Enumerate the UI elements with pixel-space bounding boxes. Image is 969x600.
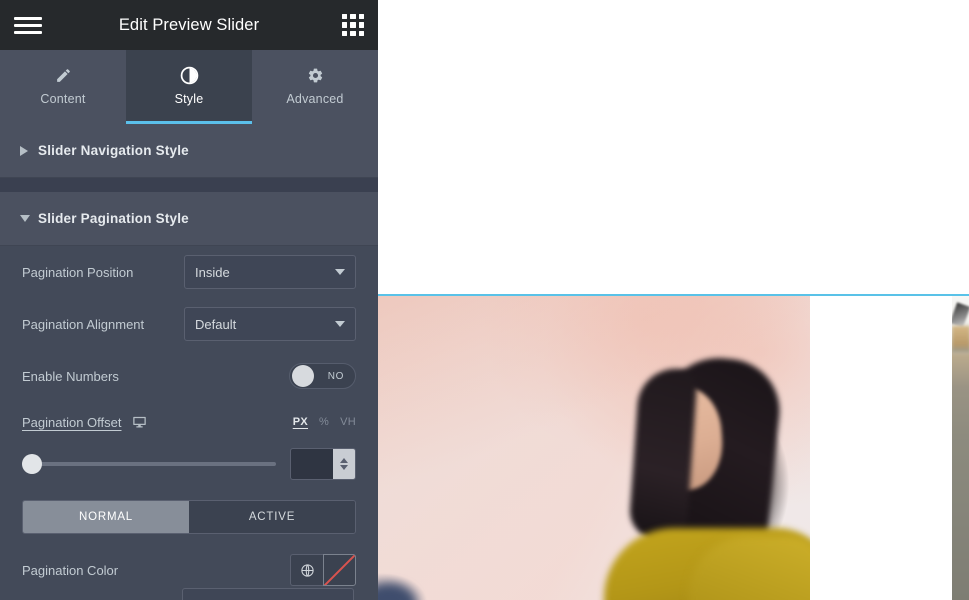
pagination-position-control: Inside [184, 255, 356, 289]
slide-image [952, 296, 969, 600]
row-pagination-alignment: Pagination Alignment Default [22, 298, 356, 350]
enable-numbers-control: NO [184, 363, 356, 389]
slide-food-bowl[interactable] [952, 296, 969, 600]
enable-numbers-toggle[interactable]: NO [289, 363, 356, 389]
no-color-slash-icon [324, 555, 355, 585]
pagination-color-label: Pagination Color [22, 562, 119, 578]
tab-advanced-label: Advanced [286, 92, 344, 106]
pagination-alignment-label: Pagination Alignment [22, 316, 145, 332]
foreground-blur-left [378, 584, 416, 600]
state-tabs: NORMAL ACTIVE [22, 500, 356, 534]
section-title: Slider Navigation Style [38, 143, 189, 158]
pagination-color-control [184, 554, 356, 586]
unit-percent[interactable]: % [319, 416, 329, 428]
section-body-pagination: Pagination Position Inside Pagination Al… [0, 246, 378, 596]
tab-advanced[interactable]: Advanced [252, 50, 378, 124]
color-picker [290, 554, 356, 586]
state-tab-active[interactable]: ACTIVE [189, 501, 355, 533]
chevron-up-icon[interactable] [340, 458, 348, 463]
panel-tabs: Content Style Advanced [0, 50, 378, 124]
slider-handle[interactable] [22, 454, 42, 474]
toggle-knob [292, 365, 314, 387]
chevron-down-icon[interactable] [340, 465, 348, 470]
bowl [952, 326, 969, 352]
quantity-stepper[interactable] [333, 449, 355, 479]
slide-image [378, 296, 810, 600]
tab-style-label: Style [174, 92, 204, 106]
section-slider-pagination-style[interactable]: Slider Pagination Style [0, 192, 378, 246]
pagination-offset-input[interactable] [291, 449, 333, 479]
state-tab-normal[interactable]: NORMAL [23, 501, 189, 533]
hair-front [628, 366, 698, 542]
unit-vh[interactable]: VH [340, 416, 356, 428]
pagination-position-label: Pagination Position [22, 264, 134, 280]
toggle-state-label: NO [327, 370, 344, 382]
globe-icon[interactable] [290, 554, 323, 586]
hamburger-menu-icon[interactable] [14, 14, 42, 36]
section-title: Slider Pagination Style [38, 211, 189, 226]
elementor-editor: Edit Preview Slider Content Style Advanc… [0, 0, 969, 600]
pagination-position-select[interactable]: Inside [184, 255, 356, 289]
pagination-alignment-control: Default [184, 307, 356, 341]
pencil-icon [55, 65, 72, 85]
panel-header: Edit Preview Slider [0, 0, 378, 50]
desktop-monitor-icon[interactable] [132, 415, 147, 430]
chevron-right-icon [20, 145, 38, 156]
tab-content[interactable]: Content [0, 50, 126, 124]
row-pagination-offset-slider [22, 442, 356, 486]
enable-numbers-label: Enable Numbers [22, 368, 119, 384]
chevron-down-icon [20, 214, 38, 223]
tab-style[interactable]: Style [126, 50, 252, 124]
section-slider-navigation-style[interactable]: Slider Navigation Style [0, 124, 378, 178]
pagination-offset-slider[interactable] [22, 453, 276, 475]
editor-panel: Edit Preview Slider Content Style Advanc… [0, 0, 378, 600]
pagination-offset-label-group: Pagination Offset [22, 415, 147, 430]
tab-content-label: Content [40, 92, 86, 106]
chevron-down-icon [335, 269, 345, 275]
row-pagination-position: Pagination Position Inside [22, 246, 356, 298]
pagination-offset-number-field[interactable] [290, 448, 356, 480]
preview-canvas [378, 0, 969, 600]
partial-control-below-fold[interactable] [182, 588, 354, 600]
slider-track [22, 462, 276, 466]
row-pagination-offset-header: Pagination Offset PX % VH [22, 402, 356, 442]
section-divider [0, 178, 378, 192]
widgets-grid-icon[interactable] [342, 14, 364, 36]
pagination-offset-label: Pagination Offset [22, 414, 122, 430]
unit-px[interactable]: PX [293, 416, 308, 428]
utensil [952, 302, 969, 328]
unit-switcher: PX % VH [293, 416, 356, 428]
color-swatch[interactable] [323, 554, 356, 586]
chevron-down-icon [335, 321, 345, 327]
pagination-alignment-value: Default [195, 316, 237, 332]
page-title: Edit Preview Slider [118, 15, 260, 34]
gear-icon [307, 65, 324, 85]
contrast-circle-icon [180, 65, 199, 85]
row-enable-numbers: Enable Numbers NO [22, 350, 356, 402]
pagination-alignment-select[interactable]: Default [184, 307, 356, 341]
pagination-position-value: Inside [195, 264, 230, 280]
slide-woman-yellow-jacket[interactable] [378, 296, 810, 600]
